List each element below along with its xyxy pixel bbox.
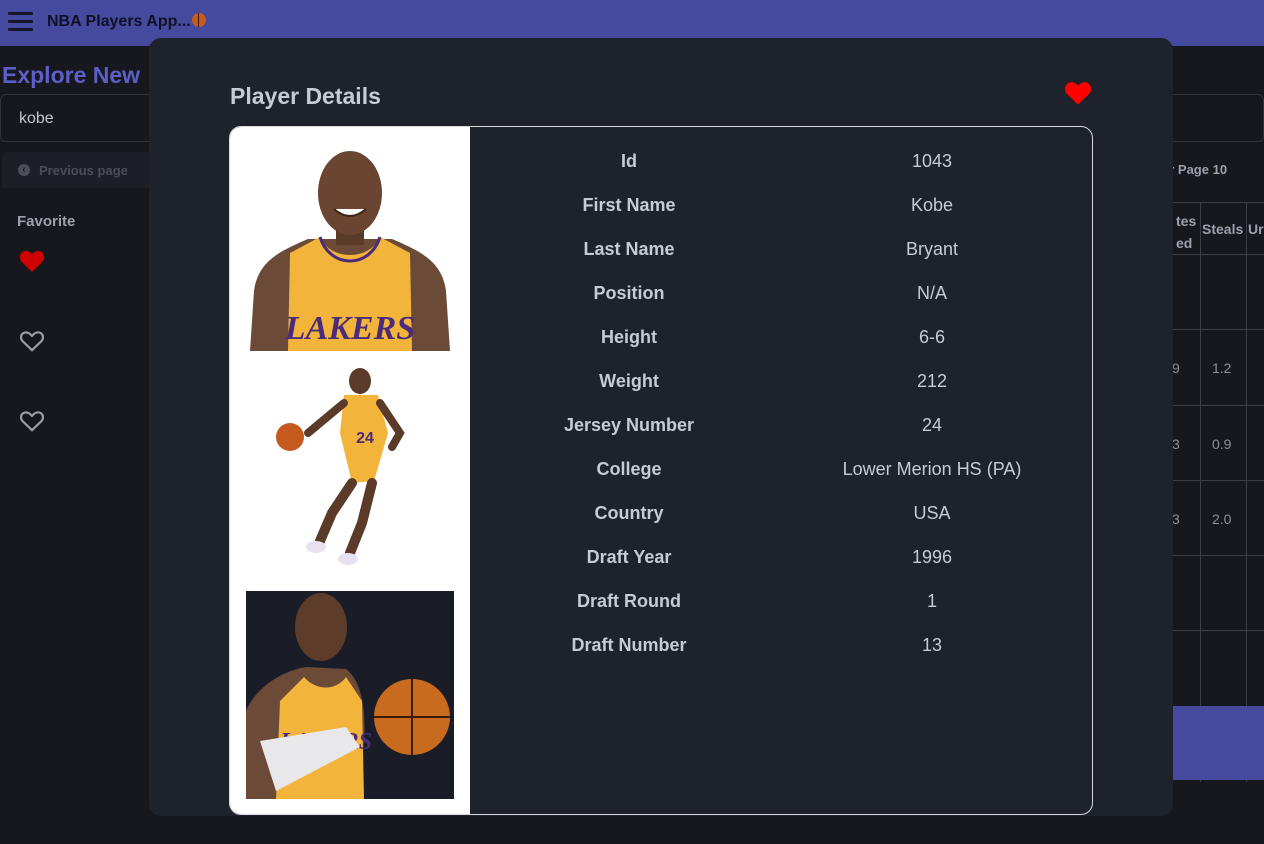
- heart-outline-icon[interactable]: [19, 409, 45, 433]
- player-info-table: Id 1043 First Name Kobe Last Name Bryant…: [470, 127, 1092, 814]
- table-cell: 3: [1172, 436, 1180, 452]
- player-photo: LAKERS: [250, 141, 450, 351]
- info-label: Draft Number: [571, 635, 687, 655]
- heart-outline-icon[interactable]: [19, 329, 45, 353]
- favorite-heart-icon[interactable]: [1064, 80, 1092, 106]
- info-row-position: Position N/A: [470, 271, 1092, 315]
- table-header[interactable]: Steals: [1202, 221, 1243, 237]
- info-row-college: College Lower Merion HS (PA): [470, 447, 1092, 491]
- chevron-left-icon: ‹: [18, 164, 30, 176]
- info-row-draft-round: Draft Round 1: [470, 579, 1092, 623]
- info-label: First Name: [582, 195, 676, 215]
- table-cell: 9: [1172, 360, 1180, 376]
- table-cell: 0.9: [1212, 436, 1232, 452]
- table-footer: [1172, 706, 1264, 780]
- previous-page-label: Previous page: [39, 163, 128, 178]
- app-title: NBA Players App...: [47, 13, 206, 31]
- player-details-modal: Player Details LAKERS 24 Id 1043 First N…: [149, 38, 1173, 816]
- player-photos: LAKERS 24 LAKERS: [230, 127, 470, 814]
- info-value: Kobe: [910, 195, 954, 215]
- info-label: Position: [593, 283, 665, 303]
- table-cell: 1.2: [1212, 360, 1232, 376]
- info-value: 1996: [911, 547, 953, 567]
- info-label: Country: [594, 503, 664, 523]
- player-photo: 24: [270, 363, 430, 573]
- info-row-id: Id 1043: [470, 139, 1092, 183]
- favorite-column-header: Favorite: [17, 213, 76, 230]
- info-value: 1: [926, 591, 937, 611]
- info-label: Height: [601, 327, 657, 347]
- info-value: 24: [921, 415, 943, 435]
- table-cell: 2.0: [1212, 511, 1232, 527]
- player-card: LAKERS 24 LAKERS: [229, 126, 1093, 815]
- info-row-draft-number: Draft Number 13: [470, 623, 1092, 667]
- info-row-country: Country USA: [470, 491, 1092, 535]
- info-label: Last Name: [583, 239, 675, 259]
- info-row-height: Height 6-6: [470, 315, 1092, 359]
- player-photo: LAKERS: [246, 591, 454, 799]
- info-value: N/A: [916, 283, 947, 303]
- info-label: College: [596, 459, 662, 479]
- info-row-jersey-number: Jersey Number 24: [470, 403, 1092, 447]
- info-value: Bryant: [905, 239, 959, 259]
- search-input-value: kobe: [19, 110, 54, 127]
- info-row-last-name: Last Name Bryant: [470, 227, 1092, 271]
- info-value: 6-6: [918, 327, 945, 347]
- table-header[interactable]: tes ed: [1176, 210, 1196, 254]
- app-title-text: NBA Players App...: [47, 13, 191, 30]
- info-label: Draft Round: [577, 591, 681, 611]
- info-value: USA: [913, 503, 951, 523]
- heart-filled-icon[interactable]: [19, 249, 45, 273]
- menu-icon[interactable]: [8, 12, 33, 32]
- info-label: Weight: [599, 371, 659, 391]
- svg-text:LAKERS: LAKERS: [284, 310, 415, 347]
- info-label: Id: [621, 151, 637, 171]
- info-value: 212: [916, 371, 948, 391]
- info-value: 13: [921, 635, 943, 655]
- info-value: Lower Merion HS (PA): [842, 459, 1022, 479]
- info-label: Jersey Number: [563, 415, 695, 435]
- basketball-icon: [191, 13, 206, 27]
- info-row-first-name: First Name Kobe: [470, 183, 1092, 227]
- table-header[interactable]: Ur: [1248, 221, 1264, 237]
- previous-page-button[interactable]: ‹ Previous page: [2, 152, 162, 188]
- modal-title: Player Details: [230, 83, 381, 109]
- table-cell: 3: [1172, 511, 1180, 527]
- info-value: 1043: [911, 151, 953, 171]
- info-label: Draft Year: [586, 547, 672, 567]
- players-table: tes ed Steals Ur 9 1.2 3 0.9 3 2.0: [1172, 202, 1264, 782]
- info-row-draft-year: Draft Year 1996: [470, 535, 1092, 579]
- page-heading: Explore New: [2, 62, 141, 88]
- info-row-weight: Weight 212: [470, 359, 1092, 403]
- svg-text:24: 24: [356, 430, 374, 447]
